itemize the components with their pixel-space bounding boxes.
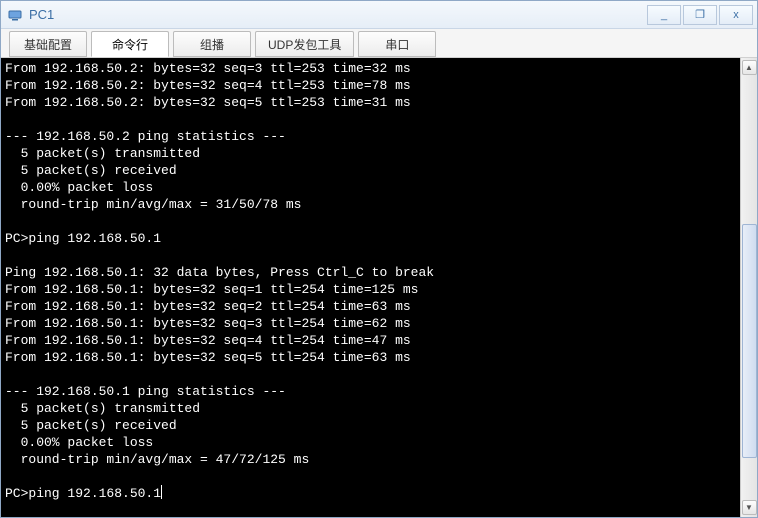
minimize-button[interactable]: _ [647,5,681,25]
tab-label: 组播 [200,36,224,53]
tab-multicast[interactable]: 组播 [173,31,251,57]
app-icon [7,7,23,23]
scrollbar-thumb[interactable] [742,224,757,458]
chevron-down-icon: ▼ [745,503,753,512]
minimize-icon: _ [661,9,667,21]
titlebar[interactable]: PC1 _ ❐ x [1,1,757,29]
terminal[interactable]: From 192.168.50.2: bytes=32 seq=3 ttl=25… [1,58,740,517]
close-button[interactable]: x [719,5,753,25]
tab-basic-config[interactable]: 基础配置 [9,31,87,57]
tab-command-line[interactable]: 命令行 [91,31,169,57]
tab-serial[interactable]: 串口 [358,31,436,57]
scroll-down-button[interactable]: ▼ [742,500,757,515]
tab-label: UDP发包工具 [268,36,341,53]
tab-label: 基础配置 [24,36,72,53]
tab-bar: 基础配置 命令行 组播 UDP发包工具 串口 [1,29,757,58]
restore-icon: ❐ [695,8,705,21]
app-window: PC1 _ ❐ x 基础配置 命令行 组播 UDP发包工具 串口 From 19… [0,0,758,518]
tab-udp-tool[interactable]: UDP发包工具 [255,31,354,57]
restore-button[interactable]: ❐ [683,5,717,25]
tab-label: 串口 [385,36,409,53]
vertical-scrollbar[interactable]: ▲ ▼ [740,58,757,517]
close-icon: x [733,9,739,21]
text-cursor [161,485,162,499]
scrollbar-track[interactable] [742,75,757,500]
window-title: PC1 [29,7,54,22]
tab-label: 命令行 [112,36,148,53]
chevron-up-icon: ▲ [745,63,753,72]
scroll-up-button[interactable]: ▲ [742,60,757,75]
terminal-container: From 192.168.50.2: bytes=32 seq=3 ttl=25… [1,58,757,517]
